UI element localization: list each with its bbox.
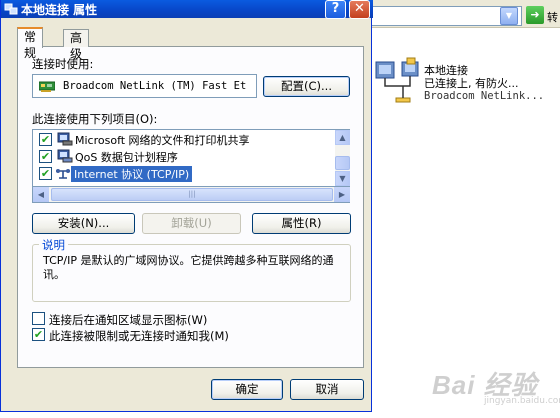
local-connection-info[interactable]: 本地连接 已连接上, 有防火... Broadcom NetLink... — [424, 64, 544, 103]
checkbox-notify-limited[interactable]: ✔ — [32, 328, 45, 341]
dialog-title: 本地连接 属性 — [21, 3, 98, 17]
close-button[interactable]: ✕ — [349, 0, 370, 19]
connection-device: Broadcom NetLink... — [424, 90, 545, 102]
horizontal-scroll-thumb[interactable]: ||| — [51, 188, 333, 201]
vertical-scrollbar[interactable]: ▲ ▼ — [335, 130, 350, 186]
tab-general[interactable]: 常规 — [17, 27, 44, 60]
tab-advanced[interactable]: 高级 — [63, 29, 90, 61]
address-bar[interactable] — [360, 6, 522, 26]
connection-status: 已连接上, 有防火... — [424, 77, 519, 90]
address-dropdown-icon[interactable]: ▼ — [500, 7, 518, 25]
checkbox-file-sharing[interactable]: ✔ — [39, 133, 52, 146]
description-text: TCP/IP 是默认的广域网协议。它提供跨越多种互联网络的通讯。 — [43, 254, 334, 281]
component-label: Microsoft 网络的文件和打印机共享 — [75, 134, 250, 147]
local-connection-icon[interactable] — [374, 56, 422, 106]
list-item-file-sharing[interactable]: ✔ Microsoft 网络的文件和打印机共享 — [33, 131, 335, 148]
option-label: 此连接被限制或无连接时通知我(M) — [49, 329, 229, 343]
title-bar[interactable]: 本地连接 属性 ? ✕ — [1, 0, 373, 19]
adapter-name: Broadcom NetLink (TM) Fast Et — [63, 80, 247, 92]
checkbox-qos[interactable]: ✔ — [39, 150, 52, 163]
component-label: Internet 协议 (TCP/IP) — [71, 166, 193, 182]
adapter-field: Broadcom NetLink (TM) Fast Et — [32, 74, 257, 98]
uninstall-button[interactable]: 卸载(U) — [142, 213, 241, 234]
checkbox-tcpip[interactable]: ✔ — [39, 167, 52, 180]
connection-name: 本地连接 — [424, 64, 468, 77]
install-button[interactable]: 安装(N)... — [32, 213, 135, 234]
properties-dialog: 本地连接 属性 ? ✕ 常规 高级 连接时使用: Broadcom NetLin… — [0, 0, 373, 412]
description-title: 说明 — [39, 237, 68, 253]
go-label[interactable]: 转 — [547, 9, 558, 25]
scroll-right-icon[interactable]: ▶ — [334, 187, 350, 202]
option-label: 连接后在通知区域显示图标(W) — [49, 313, 208, 327]
printer-share-icon — [57, 132, 73, 146]
help-button[interactable]: ? — [325, 0, 346, 19]
protocol-icon — [56, 169, 70, 179]
qos-scheduler-icon — [57, 149, 73, 163]
horizontal-scrollbar[interactable]: ◀ ||| ▶ — [32, 187, 350, 203]
connect-using-label: 连接时使用: — [32, 57, 94, 71]
watermark-url: jingyan.baidu.com — [484, 396, 560, 406]
checkbox-show-icon[interactable] — [32, 312, 45, 325]
configure-button[interactable]: 配置(C)... — [263, 76, 350, 97]
list-item-tcpip[interactable]: ✔ Internet 协议 (TCP/IP) — [33, 165, 335, 182]
network-adapter-icon — [39, 81, 55, 92]
scroll-down-icon[interactable]: ▼ — [335, 171, 350, 186]
components-label: 此连接使用下列项目(O): — [32, 112, 158, 126]
go-arrow-icon[interactable]: ➜ — [526, 6, 544, 24]
network-icon — [4, 3, 18, 15]
cancel-button[interactable]: 取消 — [290, 379, 364, 400]
component-label: QoS 数据包计划程序 — [75, 151, 178, 164]
components-list[interactable]: ✔ Microsoft 网络的文件和打印机共享 ✔ QoS 数据包计划程序 ✔ — [32, 129, 350, 187]
scroll-up-icon[interactable]: ▲ — [335, 130, 350, 145]
list-item-qos[interactable]: ✔ QoS 数据包计划程序 — [33, 148, 335, 165]
scroll-thumb[interactable] — [335, 156, 350, 170]
scroll-left-icon[interactable]: ◀ — [33, 187, 49, 202]
properties-button[interactable]: 属性(R) — [252, 213, 351, 234]
ok-button[interactable]: 确定 — [211, 379, 283, 400]
